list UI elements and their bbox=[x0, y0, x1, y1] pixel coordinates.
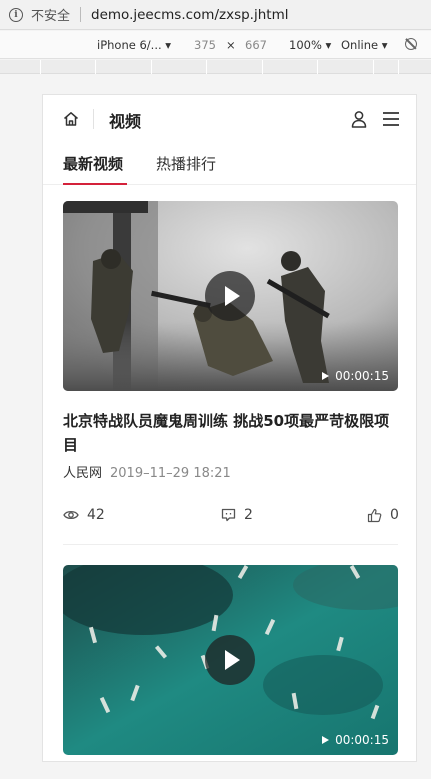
video-thumbnail[interactable]: 00:00:15 bbox=[63, 565, 398, 755]
comments-count: 2 bbox=[244, 507, 253, 523]
page-title: 视频 bbox=[109, 112, 142, 131]
device-select[interactable]: iPhone 6/... ▾ bbox=[97, 38, 171, 52]
network-select-label: Online bbox=[341, 38, 379, 52]
zoom-select[interactable]: 100% ▾ bbox=[289, 38, 331, 52]
video-thumbnail[interactable]: 00:00:15 bbox=[63, 201, 398, 391]
video-duration: 00:00:15 bbox=[322, 733, 389, 747]
tab-latest-videos[interactable]: 最新视频 bbox=[63, 153, 123, 174]
url-field[interactable]: demo.jeecms.com/zxsp.jhtml bbox=[91, 7, 288, 23]
page-header: 视频 bbox=[43, 95, 416, 143]
thumbs-up-icon bbox=[367, 508, 382, 522]
views-count: 42 bbox=[87, 507, 105, 523]
media-query-ruler[interactable] bbox=[0, 60, 431, 74]
card-divider bbox=[63, 544, 398, 545]
comment-icon bbox=[221, 508, 236, 522]
device-select-label: iPhone 6/... bbox=[97, 38, 162, 52]
home-icon[interactable] bbox=[63, 111, 79, 127]
video-date: 2019–11–29 18:21 bbox=[110, 466, 231, 481]
browser-address-bar: i 不安全 demo.jeecms.com/zxsp.jhtml bbox=[0, 0, 431, 30]
tab-popular-ranking[interactable]: 热播排行 bbox=[156, 153, 216, 174]
user-icon[interactable] bbox=[350, 110, 368, 128]
mobile-viewport: 视频 最新视频 热播排行 00:00:15 北京特战队员魔鬼周训练 挑战50项最… bbox=[42, 94, 417, 762]
rotate-icon[interactable] bbox=[405, 38, 417, 50]
eye-icon bbox=[63, 510, 79, 520]
active-tab-indicator bbox=[63, 183, 127, 185]
likes-stat[interactable]: 0 bbox=[367, 507, 399, 523]
video-meta: 人民网 2019–11–29 18:21 bbox=[63, 462, 398, 481]
network-select[interactable]: Online ▾ bbox=[341, 38, 388, 52]
comments-stat[interactable]: 2 bbox=[221, 507, 253, 523]
menu-icon[interactable] bbox=[382, 111, 400, 127]
video-card[interactable]: 00:00:15 北京特战队员魔鬼周训练 挑战50项最严苛极限项目 人民网 201… bbox=[63, 201, 399, 525]
video-title[interactable]: 北京特战队员魔鬼周训练 挑战50项最严苛极限项目 bbox=[63, 409, 398, 457]
height-input[interactable]: 667 bbox=[245, 38, 267, 52]
address-separator bbox=[80, 7, 82, 22]
video-duration: 00:00:15 bbox=[322, 369, 389, 383]
width-input[interactable]: 375 bbox=[194, 38, 216, 52]
tab-bar: 最新视频 热播排行 bbox=[43, 143, 416, 185]
video-card[interactable]: 00:00:15 bbox=[63, 565, 398, 755]
views-stat: 42 bbox=[63, 507, 105, 523]
device-toolbar: iPhone 6/... ▾ 375 × 667 100% ▾ Online ▾ bbox=[0, 31, 431, 59]
play-button[interactable] bbox=[205, 271, 255, 321]
header-separator bbox=[93, 109, 94, 129]
play-button[interactable] bbox=[205, 635, 255, 685]
likes-count: 0 bbox=[390, 507, 399, 523]
info-icon[interactable]: i bbox=[9, 7, 23, 22]
video-source: 人民网 bbox=[63, 466, 103, 481]
zoom-select-label: 100% bbox=[289, 38, 322, 52]
dimension-times: × bbox=[226, 38, 236, 52]
security-label[interactable]: 不安全 bbox=[31, 5, 70, 24]
video-stats: 42 2 0 bbox=[63, 507, 399, 525]
